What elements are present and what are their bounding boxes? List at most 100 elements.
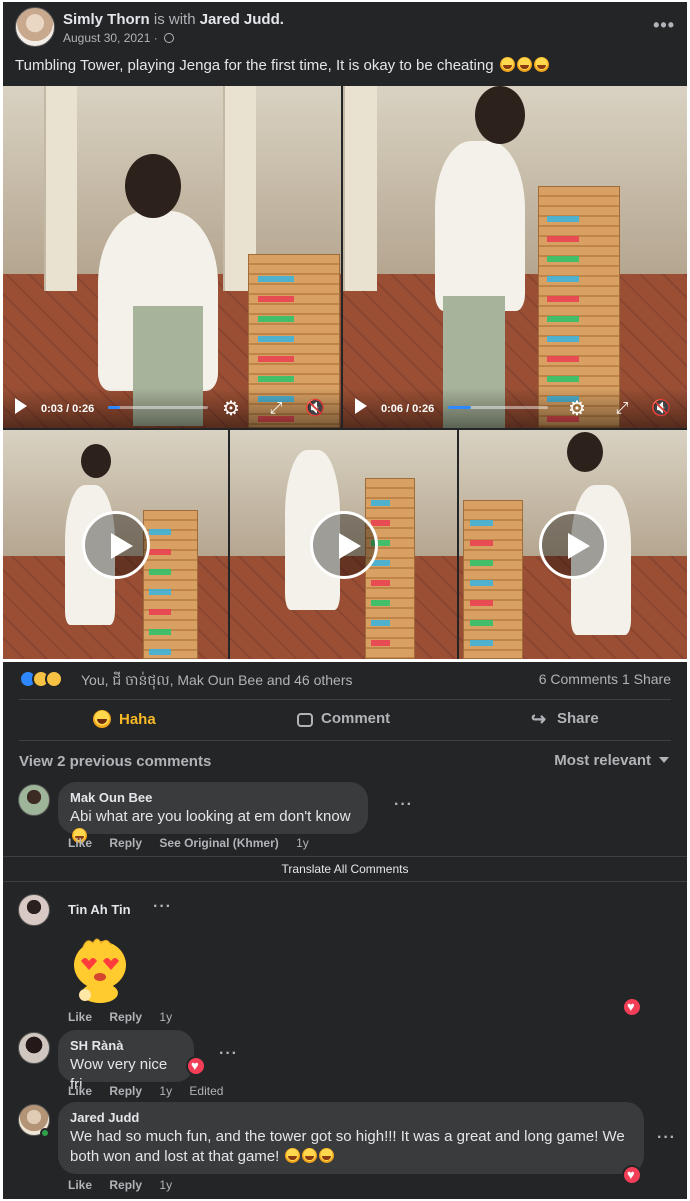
translate-all-comments-link[interactable]: Translate All Comments [3, 856, 687, 882]
comment-author[interactable]: Mak Oun Bee [70, 790, 356, 805]
divider [19, 699, 671, 700]
globe-icon [164, 33, 175, 43]
comment-time[interactable]: 1y [159, 1084, 172, 1098]
mute-icon[interactable]: 🔇 [305, 400, 325, 418]
post-text-body: Tumbling Tower, playing Jenga for the fi… [15, 57, 494, 74]
share-button[interactable]: ↪ Share [531, 710, 599, 730]
video-progress-bar[interactable] [448, 406, 548, 409]
video-thumbnail-4[interactable] [230, 430, 457, 659]
play-icon[interactable] [355, 398, 367, 414]
comment-options-button[interactable]: ··· [394, 796, 413, 814]
fullscreen-icon[interactable]: ⤢ [267, 400, 285, 418]
post-text: Tumbling Tower, playing Jenga for the fi… [15, 57, 549, 74]
date-separator: · [153, 31, 158, 45]
comment-actions: Like Reply See Original (Khmer) 1y [68, 836, 323, 850]
sort-dropdown[interactable]: Most relevant [554, 752, 669, 769]
video-player-1[interactable]: 0:03 / 0:26 ⚙ ⤢ 🔇 [3, 86, 341, 428]
comment-bubble: Mak Oun Bee Abi what are you looking at … [58, 782, 368, 843]
comment-time[interactable]: 1y [296, 836, 309, 850]
comment-options-button[interactable]: ··· [219, 1045, 238, 1063]
post-author-line: Simly Thorn is with Jared Judd. [63, 11, 284, 28]
avatar[interactable] [18, 894, 50, 926]
like-link[interactable]: Like [68, 1084, 92, 1098]
video-progress-bar[interactable] [108, 406, 208, 409]
reply-link[interactable]: Reply [109, 1178, 142, 1192]
play-icon[interactable] [15, 398, 27, 414]
tagged-name-link[interactable]: Jared Judd. [200, 11, 284, 28]
rofl-emoji-icon [319, 1148, 335, 1163]
comment-time[interactable]: 1y [159, 1178, 172, 1192]
like-link[interactable]: Like [68, 836, 92, 850]
reply-link[interactable]: Reply [109, 1010, 142, 1024]
person [435, 141, 525, 311]
online-status-icon [40, 1128, 50, 1138]
rofl-emoji-icon [499, 57, 515, 72]
wow-icon [45, 670, 63, 688]
play-button-icon[interactable] [309, 510, 378, 579]
divider [19, 740, 671, 741]
jenga-tower [365, 478, 415, 659]
reaction-icons [19, 670, 77, 690]
post-date-link[interactable]: August 30, 2021 [63, 31, 150, 45]
author-name-link[interactable]: Simly Thorn [63, 11, 150, 28]
video-player-2[interactable]: 0:06 / 0:26 ⚙ ⤢ 🔇 [343, 86, 687, 428]
play-button-icon[interactable] [539, 510, 607, 579]
play-button-icon[interactable] [81, 510, 150, 579]
pillar [43, 86, 78, 292]
comment-text: We had so much fun, and the tower got so… [70, 1127, 632, 1167]
settings-gear-icon[interactable]: ⚙ [222, 399, 240, 419]
avatar[interactable] [18, 1032, 50, 1064]
comments-card: You, ជី ចាន់ថុល, Mak Oun Bee and 46 othe… [3, 662, 687, 1199]
settings-gear-icon[interactable]: ⚙ [568, 399, 586, 419]
reply-link[interactable]: Reply [109, 836, 142, 850]
video-time: 0:03 / 0:26 [41, 403, 95, 415]
with-text: is with [153, 11, 196, 28]
comment-button[interactable]: Comment [297, 710, 390, 730]
reactions-summary[interactable]: You, ជី ចាន់ថុល, Mak Oun Bee and 46 othe… [19, 670, 671, 690]
video-progress-fill [448, 406, 471, 409]
person-head [475, 86, 525, 144]
rofl-emoji-icon [516, 57, 532, 72]
person-head [81, 444, 111, 478]
video-thumbnail-5[interactable] [459, 430, 687, 659]
love-reaction-icon[interactable] [622, 997, 642, 1017]
comment-options-button[interactable]: ··· [657, 1129, 676, 1147]
pillar [343, 86, 378, 292]
comment-author[interactable]: Tin Ah Tin [68, 902, 131, 917]
comment-actions: Like Reply 1y [68, 1010, 186, 1024]
comment-text-body: Abi what are you looking at em don't kno… [70, 808, 351, 825]
more-options-button[interactable]: ••• [653, 15, 675, 36]
like-link[interactable]: Like [68, 1010, 92, 1024]
haha-button[interactable]: Haha [93, 710, 156, 730]
video-thumbnail-3[interactable] [3, 430, 228, 659]
author-avatar[interactable] [15, 7, 55, 47]
sort-label: Most relevant [554, 752, 651, 769]
comment-options-button[interactable]: ··· [153, 898, 172, 916]
love-reaction-icon[interactable] [622, 1165, 642, 1185]
love-reaction-icon[interactable] [186, 1056, 206, 1076]
comment-share-counts[interactable]: 6 Comments 1 Share [539, 671, 671, 687]
comment-label: Comment [321, 710, 391, 727]
like-link[interactable]: Like [68, 1178, 92, 1192]
post-date: August 30, 2021 · [63, 31, 175, 45]
video-time: 0:06 / 0:26 [381, 403, 435, 415]
mute-icon[interactable]: 🔇 [651, 400, 671, 418]
comment-text-body: We had so much fun, and the tower got so… [70, 1128, 625, 1165]
jenga-tower [143, 510, 198, 659]
heart-eyes-sticker [74, 938, 126, 1003]
avatar[interactable] [18, 784, 50, 816]
reply-link[interactable]: Reply [109, 1084, 142, 1098]
person-head [567, 432, 603, 472]
person-head [125, 154, 181, 218]
comment-author[interactable]: SH Rànà [70, 1038, 182, 1053]
reaction-names[interactable]: You, ជី ចាន់ថុល, Mak Oun Bee and 46 othe… [81, 671, 353, 692]
video-progress-fill [108, 406, 120, 409]
comment-bubble: SH Rànà Wow very nice fri [58, 1030, 194, 1093]
view-previous-comments-link[interactable]: View 2 previous comments [19, 753, 211, 770]
see-original-link[interactable]: See Original (Khmer) [159, 836, 278, 850]
fullscreen-icon[interactable]: ⤢ [613, 400, 631, 418]
comment-bubble: Jared Judd We had so much fun, and the t… [58, 1102, 644, 1174]
rofl-emoji-icon [533, 57, 549, 72]
comment-author[interactable]: Jared Judd [70, 1110, 632, 1125]
comment-time[interactable]: 1y [159, 1010, 172, 1024]
